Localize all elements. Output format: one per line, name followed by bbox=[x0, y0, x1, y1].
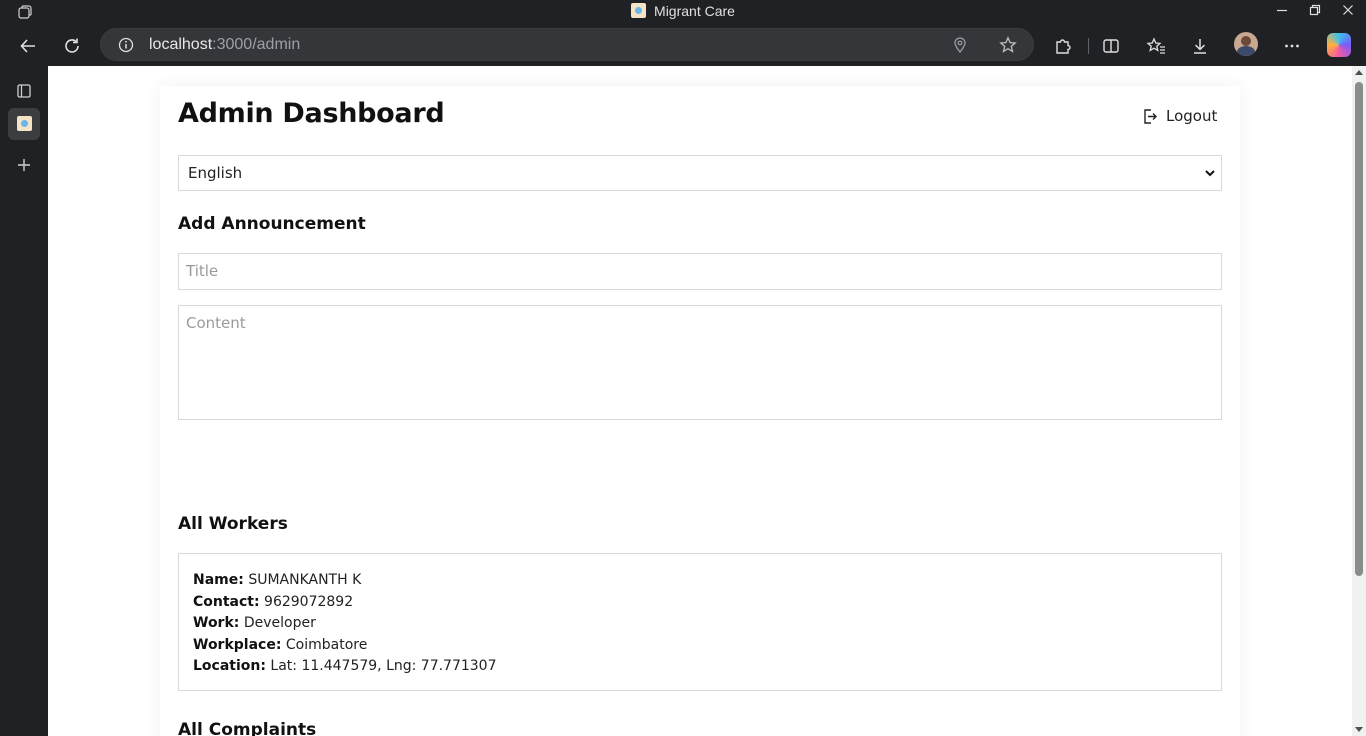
page-scrollbar[interactable] bbox=[1352, 66, 1366, 736]
minimize-icon bbox=[1277, 9, 1287, 12]
url-text: localhost:3000/admin bbox=[149, 36, 300, 54]
favorites-icon bbox=[1146, 37, 1165, 54]
tab-migrant-care[interactable] bbox=[8, 108, 40, 140]
announcement-content-textarea[interactable]: Content bbox=[178, 305, 1222, 420]
announcement-title-input[interactable]: Title bbox=[178, 253, 1222, 290]
worker-location-label: Location: bbox=[193, 658, 266, 674]
complaints-heading: All Complaints bbox=[178, 720, 317, 736]
worker-workplace-label: Workplace: bbox=[193, 636, 282, 653]
logout-button[interactable]: Logout bbox=[1142, 105, 1217, 127]
worker-location: Lat: 11.447579, Lng: 77.771307 bbox=[270, 658, 497, 674]
copilot-icon[interactable] bbox=[1327, 33, 1351, 57]
workers-heading: All Workers bbox=[178, 514, 288, 534]
restore-icon bbox=[1309, 4, 1321, 16]
title-placeholder: Title bbox=[186, 262, 219, 280]
worker-name: SUMANKANTH K bbox=[248, 572, 362, 588]
scroll-up-arrow-icon[interactable] bbox=[1355, 70, 1363, 75]
window-title: Migrant Care bbox=[654, 3, 735, 19]
address-bar[interactable]: localhost:3000/admin bbox=[100, 28, 1034, 61]
worker-work-label: Work: bbox=[193, 615, 240, 631]
logout-label: Logout bbox=[1166, 107, 1218, 125]
split-screen-button[interactable] bbox=[1097, 32, 1125, 60]
more-button[interactable] bbox=[1278, 32, 1306, 60]
favorites-button[interactable] bbox=[1142, 32, 1170, 60]
close-icon bbox=[1343, 5, 1353, 15]
worker-workplace-row: Workplace: Coimbatore bbox=[193, 635, 1207, 657]
page-title: Admin Dashboard bbox=[178, 98, 445, 129]
star-icon[interactable] bbox=[999, 36, 1017, 54]
split-screen-icon bbox=[1103, 39, 1119, 53]
vertical-tab-rail bbox=[0, 66, 48, 736]
worker-work-row: Work: Developer bbox=[193, 613, 1207, 635]
url-host: localhost bbox=[149, 36, 213, 53]
back-button[interactable] bbox=[14, 32, 42, 60]
scrollbar-thumb[interactable] bbox=[1355, 82, 1363, 576]
page-viewport: Admin Dashboard Logout English Add Annou… bbox=[48, 66, 1366, 736]
worker-workplace: Coimbatore bbox=[285, 636, 368, 653]
scroll-down-arrow-icon[interactable] bbox=[1355, 727, 1363, 732]
downloads-button[interactable] bbox=[1186, 32, 1214, 60]
new-tab-icon[interactable] bbox=[16, 157, 32, 173]
restore-button[interactable] bbox=[1305, 2, 1325, 22]
tab-center-icon[interactable] bbox=[16, 83, 32, 99]
window-titlebar: Migrant Care bbox=[0, 0, 1366, 24]
language-select[interactable]: English bbox=[178, 155, 1222, 191]
site-info-icon[interactable] bbox=[118, 37, 134, 53]
worker-card: Name: SUMANKANTH K Contact: 9629072892 W… bbox=[178, 553, 1222, 691]
back-arrow-icon bbox=[20, 39, 35, 53]
site-favicon-icon bbox=[631, 3, 647, 18]
worker-contact: 9629072892 bbox=[264, 593, 354, 610]
content-placeholder: Content bbox=[186, 314, 246, 332]
refresh-button[interactable] bbox=[58, 32, 86, 60]
refresh-icon bbox=[65, 38, 79, 53]
tab-favicon-icon bbox=[17, 116, 32, 131]
worker-contact-label: Contact: bbox=[193, 593, 260, 610]
window-title-area: Migrant Care bbox=[0, 3, 1366, 19]
chevron-down-icon bbox=[1205, 170, 1215, 177]
worker-contact-row: Contact: 9629072892 bbox=[193, 592, 1207, 614]
minimize-button[interactable] bbox=[1272, 2, 1292, 22]
logout-icon bbox=[1144, 108, 1157, 124]
announcement-heading: Add Announcement bbox=[178, 214, 366, 234]
language-selected: English bbox=[188, 164, 243, 182]
download-icon bbox=[1194, 39, 1206, 54]
browser-toolbar: localhost:3000/admin bbox=[0, 24, 1366, 66]
worker-work: Developer bbox=[243, 615, 316, 631]
url-path: :3000/admin bbox=[212, 36, 301, 53]
toolbar-separator bbox=[1088, 38, 1089, 54]
worker-name-row: Name: SUMANKANTH K bbox=[193, 570, 1207, 592]
dashboard-card: Admin Dashboard Logout English Add Annou… bbox=[160, 86, 1240, 736]
worker-name-label: Name: bbox=[193, 572, 244, 588]
more-icon bbox=[1285, 44, 1299, 48]
close-button[interactable] bbox=[1338, 2, 1358, 22]
location-pin-icon[interactable] bbox=[953, 37, 967, 53]
worker-location-row: Location: Lat: 11.447579, Lng: 77.771307 bbox=[193, 656, 1207, 678]
extensions-button[interactable] bbox=[1049, 32, 1077, 60]
puzzle-icon bbox=[1056, 39, 1071, 54]
profile-avatar[interactable] bbox=[1234, 32, 1258, 56]
